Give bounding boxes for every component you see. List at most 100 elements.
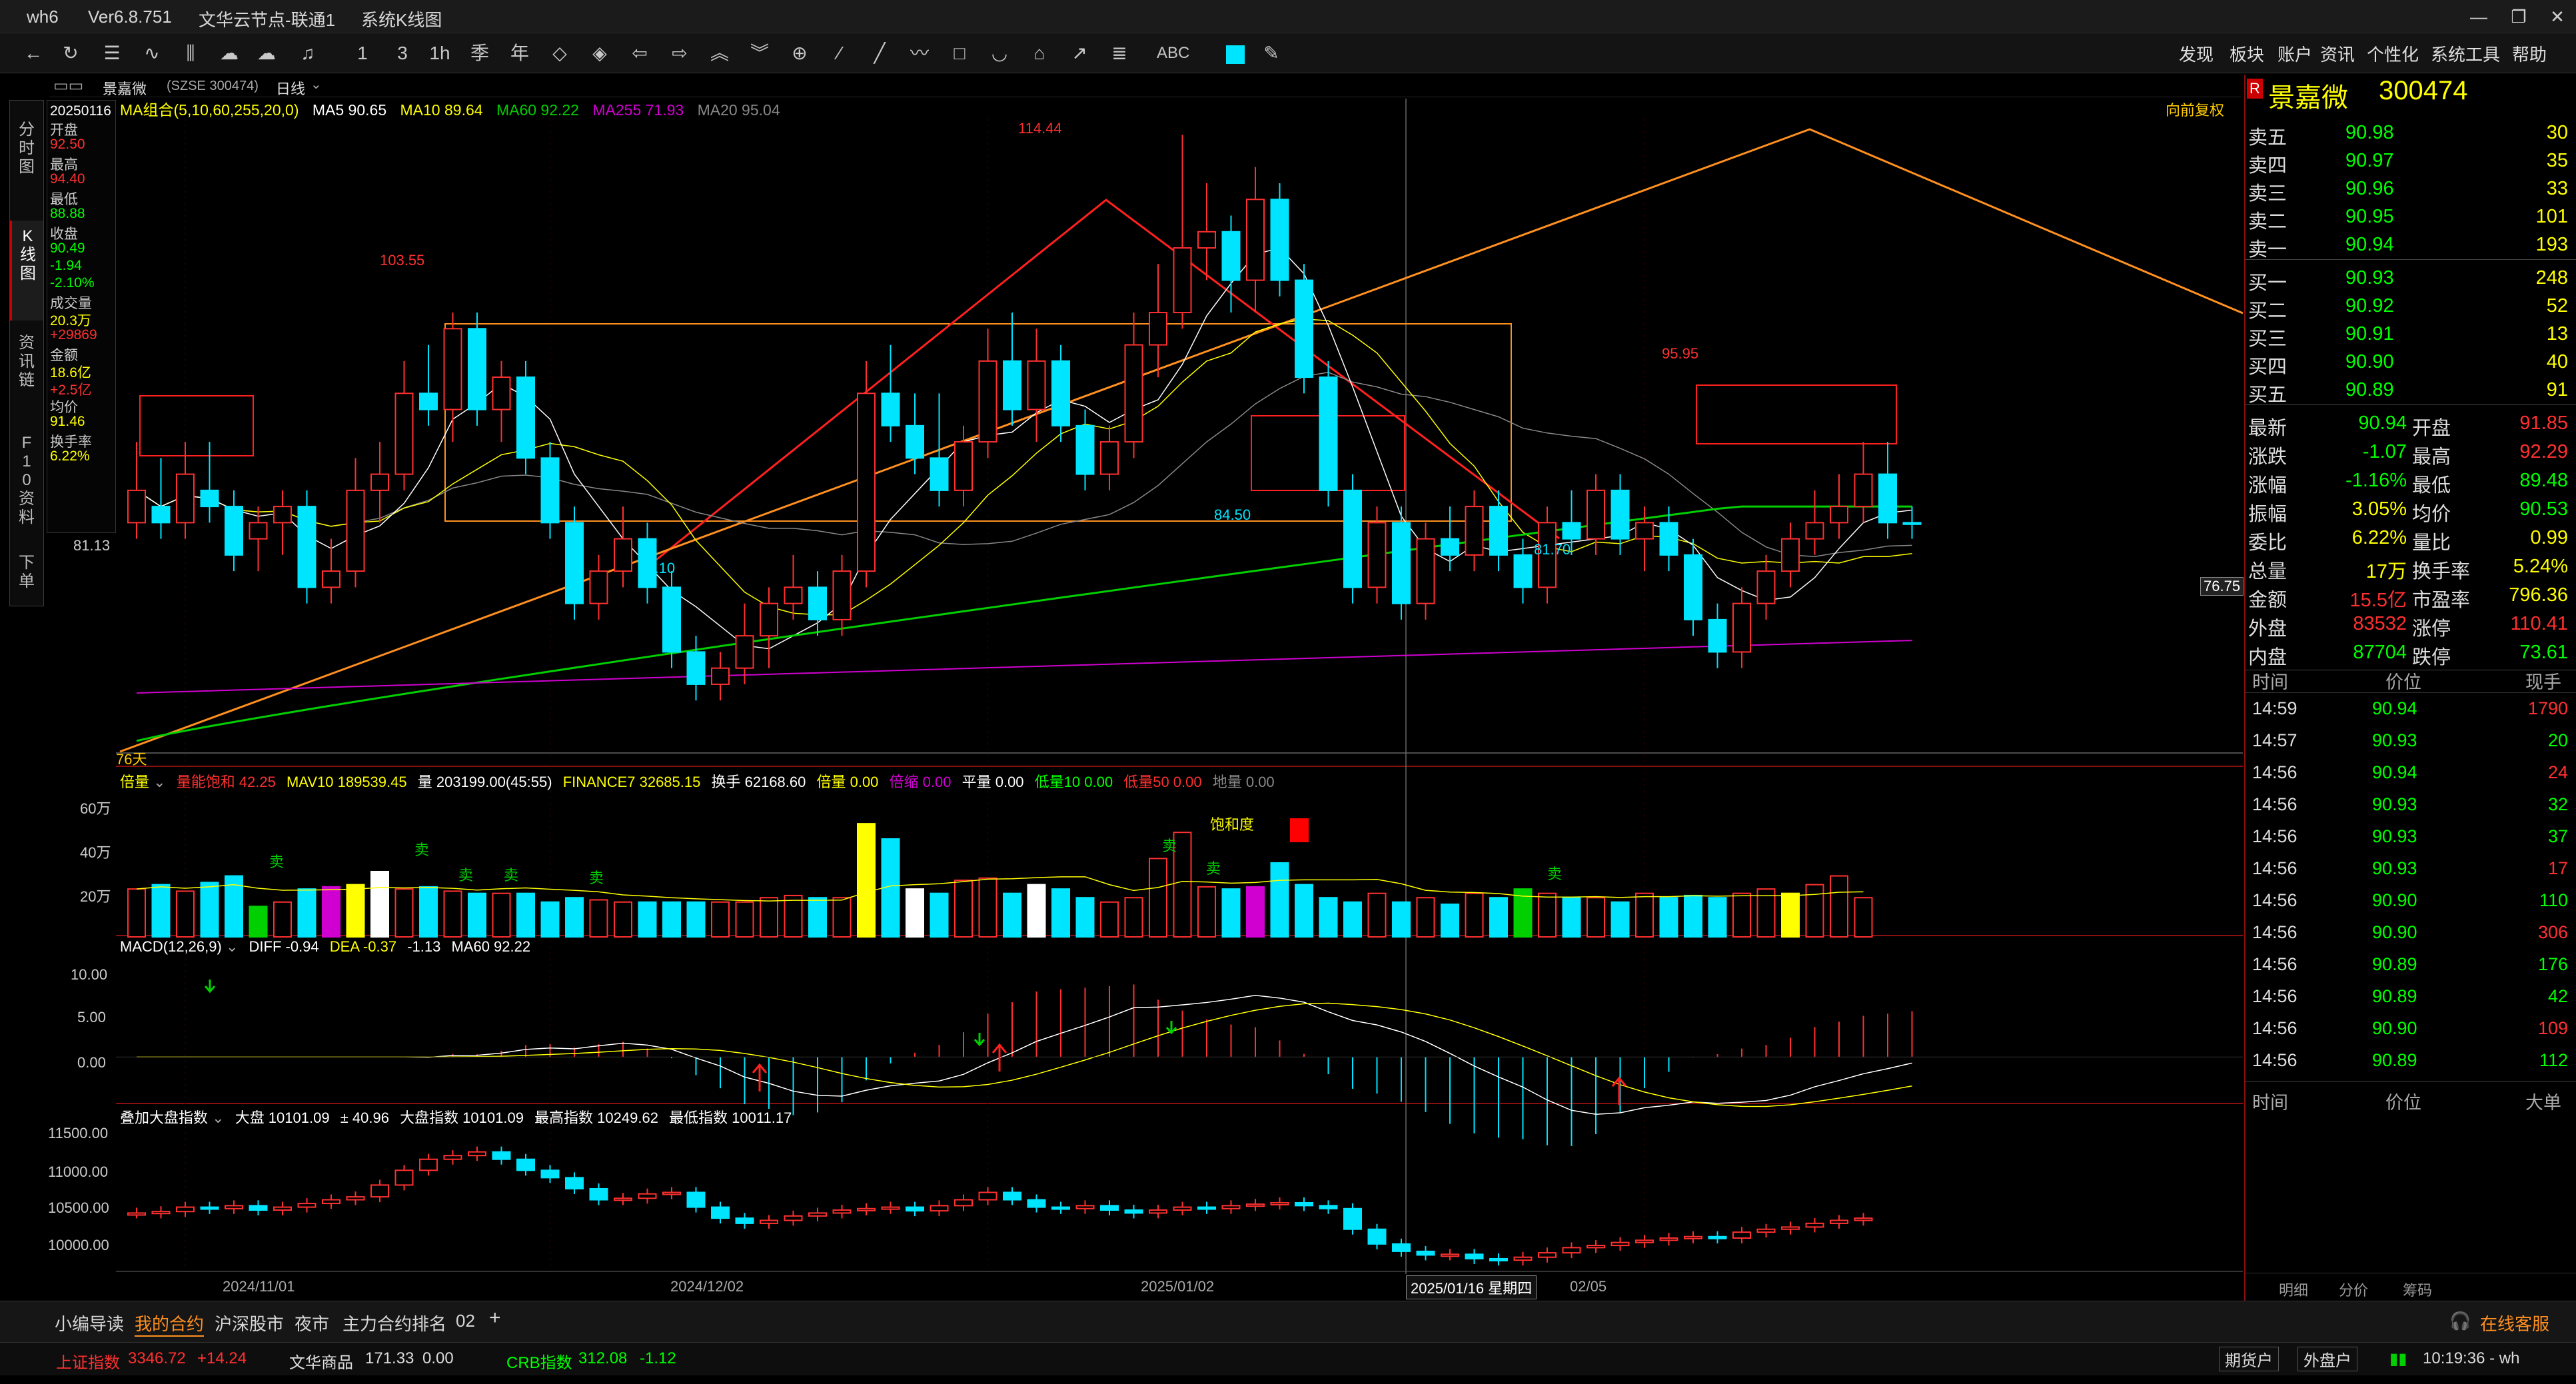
candle-body	[1124, 344, 1143, 443]
ask-volume: 30	[2546, 122, 2568, 143]
tick-row[interactable]: 14:56 90.90 110	[2246, 884, 2576, 916]
tab-guide[interactable]: 小编导读	[55, 1311, 124, 1335]
ask-row[interactable]: 卖四 90.97 35	[2246, 147, 2576, 177]
tick-time: 14:59	[2252, 698, 2297, 718]
index-candle	[1246, 1203, 1265, 1207]
chevron-down-icon[interactable]: ⌄	[208, 1109, 229, 1126]
tick-row[interactable]: 14:57 90.93 20	[2246, 724, 2576, 756]
close-icon[interactable]: ✕	[2544, 4, 2571, 29]
index-candle	[711, 1206, 730, 1219]
tick-row[interactable]: 14:56 90.94 24	[2246, 756, 2576, 788]
tab-chips[interactable]: 筹码	[2403, 1279, 2432, 1300]
candle-body	[1392, 522, 1411, 604]
ask-row[interactable]: 卖二 90.95 101	[2246, 203, 2576, 233]
menu-tools[interactable]: 系统工具	[2431, 41, 2500, 66]
ask-price: 90.98	[2345, 122, 2394, 143]
annotation-high-3: 95.95	[1662, 345, 1699, 362]
online-service-link[interactable]: 在线客服	[2480, 1311, 2549, 1335]
box-drawing	[1696, 384, 1897, 444]
candle-body	[1587, 489, 1605, 540]
index-value-wh: 171.33	[365, 1349, 414, 1367]
bid-row[interactable]: 买二 90.92 52	[2246, 292, 2576, 322]
tick-row[interactable]: 14:56 90.93 37	[2246, 820, 2576, 852]
annotation-low-3: 81.70	[1534, 541, 1571, 558]
sell-mark: 卖	[504, 867, 519, 884]
candle-body	[468, 328, 486, 410]
chevron-down-icon[interactable]: ⌄	[149, 774, 170, 790]
tab-price-dist[interactable]: 分价	[2339, 1279, 2368, 1300]
volume-bar	[492, 892, 511, 938]
app-window: wh6 Ver6.8.751 文华云节点-联通1 系统K线图 — ❐ ✕ ← ↻…	[0, 0, 2576, 1384]
stat-label: 最高	[2412, 446, 2451, 468]
tab-main-contract-rank[interactable]: 主力合约排名	[342, 1311, 446, 1335]
tab-my-contracts[interactable]: 我的合约	[135, 1311, 205, 1337]
macd-name[interactable]: MACD(12,26,9)	[120, 938, 222, 955]
candle-body	[614, 538, 632, 572]
stat-label: 市盈率	[2412, 590, 2471, 611]
vol-indicator-name[interactable]: 倍量	[120, 774, 149, 790]
index-candle	[686, 1191, 706, 1208]
tab-02[interactable]: 02	[456, 1311, 475, 1331]
index-change: ± 40.96	[340, 1109, 389, 1126]
index-change-wh: 0.00	[422, 1349, 454, 1367]
menu-help[interactable]: 帮助	[2512, 41, 2547, 66]
candle-body	[346, 489, 365, 572]
index-name-wh[interactable]: 文华商品	[289, 1349, 353, 1373]
macd-dea: DEA -0.37	[329, 938, 397, 955]
quote-bottom-tabs: 明细 分价 筹码	[2246, 1273, 2576, 1299]
headset-icon[interactable]: 🎧	[2449, 1311, 2471, 1331]
tick-row[interactable]: 14:56 90.93 32	[2246, 788, 2576, 820]
index-candle	[1100, 1205, 1119, 1211]
stat-value: 90.94	[2358, 412, 2407, 434]
foreign-account-button[interactable]: 外盘户	[2297, 1347, 2357, 1371]
bid-row[interactable]: 买五 90.89 91	[2246, 376, 2576, 406]
bid-row[interactable]: 买三 90.91 13	[2246, 320, 2576, 350]
index-name-crb[interactable]: CRB指数	[506, 1349, 572, 1373]
tick-list[interactable]: 14:59 90.94 1790 14:57 90.93 20 14:56 90.94 24 14…	[2246, 692, 2576, 1091]
tick-price: 90.90	[2372, 890, 2417, 910]
minimize-icon[interactable]: —	[2465, 4, 2492, 29]
bid-level: 买三	[2248, 329, 2287, 350]
tab-detail[interactable]: 明细	[2279, 1279, 2308, 1300]
date-label: 02/05	[1570, 1278, 1607, 1295]
volume-bar	[1051, 888, 1070, 938]
menu-news[interactable]: 资讯	[2320, 41, 2355, 66]
tick-row[interactable]: 14:56 90.90 306	[2246, 916, 2576, 948]
futures-account-button[interactable]: 期货户	[2219, 1347, 2279, 1371]
stat-value: 6.22%	[2351, 527, 2407, 548]
vol-double: 倍量 0.00	[816, 774, 879, 790]
index-candle	[1173, 1206, 1192, 1211]
bid-row[interactable]: 买一 90.93 248	[2246, 264, 2576, 294]
tab-stock-market[interactable]: 沪深股市	[215, 1311, 284, 1335]
candle-body	[1221, 231, 1241, 281]
candle-body	[322, 570, 340, 588]
add-tab-button[interactable]: +	[489, 1307, 501, 1329]
candle-body	[1416, 538, 1435, 604]
stat-label: 量比	[2412, 532, 2451, 554]
restore-icon[interactable]: ❐	[2505, 4, 2532, 29]
tick-row[interactable]: 14:56 90.89 112	[2246, 1043, 2576, 1075]
tick-row[interactable]: 14:56 90.89 176	[2246, 948, 2576, 980]
tick-volume: 37	[2547, 826, 2568, 846]
index-candle	[1392, 1243, 1411, 1252]
tick-row[interactable]: 14:56 90.90 109	[2246, 1012, 2576, 1043]
tick-row[interactable]: 14:56 90.89 42	[2246, 980, 2576, 1012]
tick-row[interactable]: 14:56 90.93 17	[2246, 852, 2576, 884]
menu-account[interactable]: 账户	[2277, 41, 2312, 66]
ask-price: 90.95	[2345, 206, 2394, 227]
index-overlay-name[interactable]: 叠加大盘指数	[120, 1109, 208, 1126]
index-name-sh[interactable]: 上证指数	[56, 1349, 120, 1373]
index-candle	[273, 1206, 292, 1211]
ask-row[interactable]: 卖三 90.96 33	[2246, 175, 2576, 205]
tab-night-market[interactable]: 夜市	[295, 1311, 329, 1335]
sell-arrow-icon	[973, 1033, 985, 1047]
vol-value: 量 203199.00(45:55)	[417, 774, 552, 790]
bid-row[interactable]: 买四 90.90 40	[2246, 348, 2576, 378]
chevron-down-icon[interactable]: ⌄	[222, 938, 243, 955]
ask-row[interactable]: 卖一 90.94 193	[2246, 231, 2576, 261]
index-candle	[1587, 1245, 1605, 1249]
ask-row[interactable]: 卖五 90.98 30	[2246, 119, 2576, 149]
menu-personal[interactable]: 个性化	[2367, 41, 2419, 66]
candle-body	[1197, 231, 1216, 249]
tick-row[interactable]: 14:59 90.94 1790	[2246, 692, 2576, 724]
